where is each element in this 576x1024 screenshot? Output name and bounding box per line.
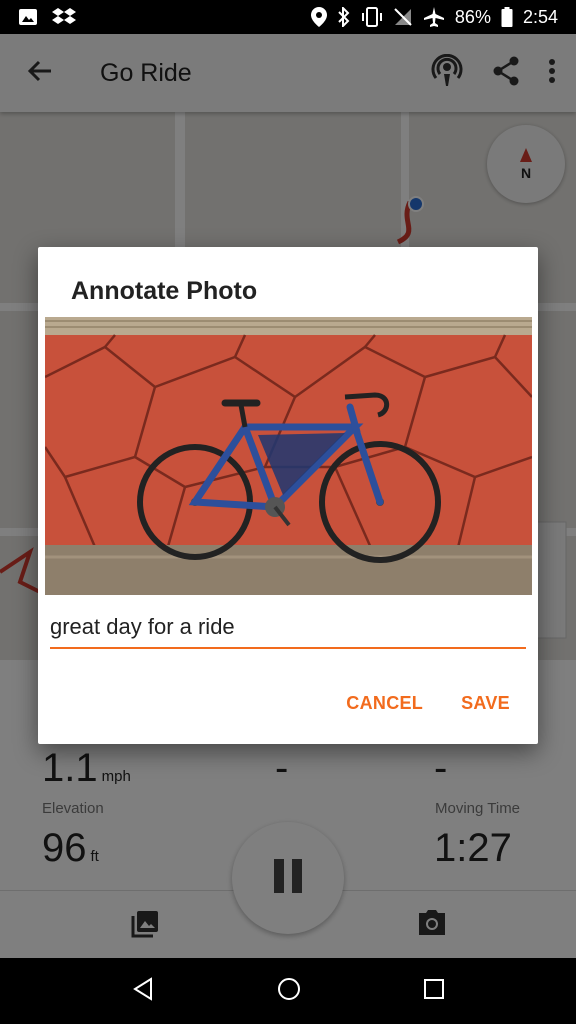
dialog-title: Annotate Photo (71, 277, 258, 305)
bluetooth-icon (337, 7, 351, 27)
nav-home-icon[interactable] (277, 977, 301, 1006)
dropbox-icon (52, 7, 76, 27)
photo-caption-input[interactable] (50, 609, 526, 649)
clock: 2:54 (522, 6, 558, 27)
nav-back-icon[interactable] (131, 976, 155, 1006)
airplane-mode-icon (423, 7, 445, 27)
status-bar: 86% 2:54 (0, 0, 576, 34)
gallery-notification-icon (18, 7, 38, 27)
system-nav-bar (0, 958, 576, 1024)
location-icon (310, 7, 327, 27)
battery-percent: 86% (454, 6, 491, 27)
no-signal-icon (393, 7, 413, 27)
annotate-photo-dialog: Annotate Photo great day for a ride CANC… (38, 247, 538, 744)
ride-photo (45, 317, 532, 595)
cancel-button[interactable]: CANCEL (346, 693, 423, 714)
vibrate-icon (361, 7, 383, 27)
battery-icon (501, 7, 513, 27)
nav-recents-icon[interactable] (423, 978, 445, 1005)
save-button[interactable]: SAVE (461, 693, 510, 714)
